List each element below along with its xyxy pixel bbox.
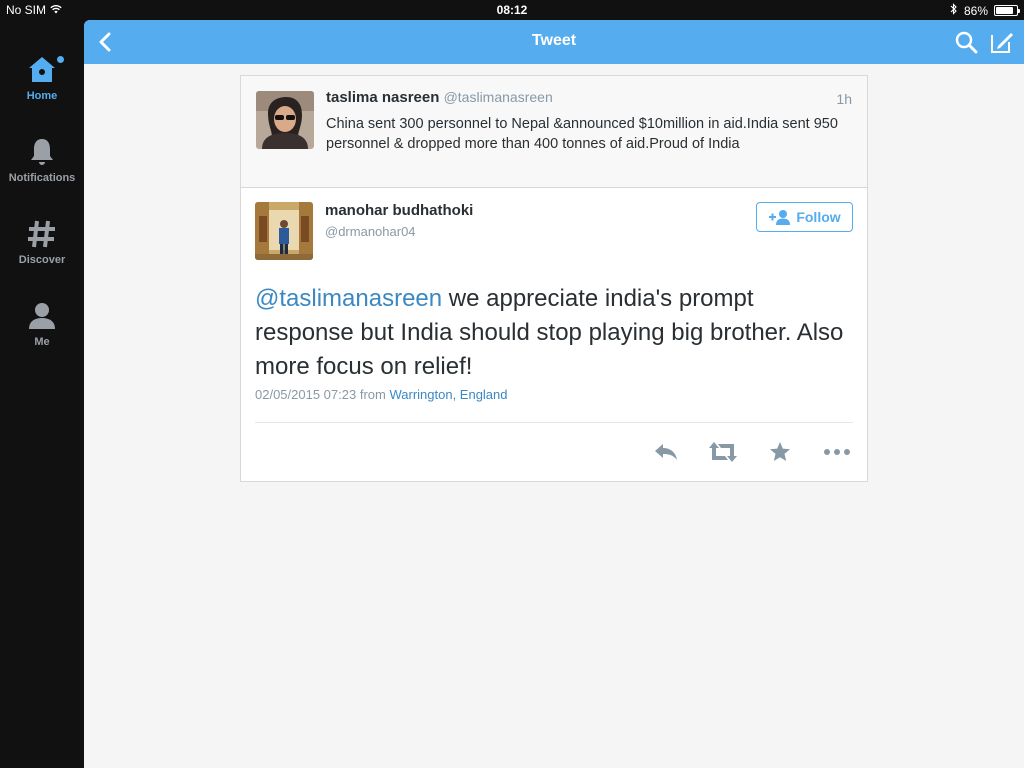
relative-timestamp: 1h	[836, 91, 852, 107]
tweet-meta: 02/05/2015 07:23 from Warrington, Englan…	[255, 387, 508, 402]
bluetooth-icon	[950, 3, 958, 18]
tweet-timestamp: 02/05/2015 07:23	[255, 387, 357, 402]
search-icon	[955, 31, 978, 54]
bell-icon	[26, 136, 58, 168]
sidebar-item-me[interactable]: Me	[0, 300, 84, 348]
star-icon	[770, 442, 790, 461]
sidebar-item-discover[interactable]: Discover	[0, 218, 84, 266]
search-button[interactable]	[954, 30, 978, 54]
sidebar-item-label: Me	[34, 336, 50, 348]
sidebar-item-notifications[interactable]: Notifications	[0, 136, 84, 184]
page-title: Tweet	[531, 32, 577, 49]
user-handle: @drmanohar04	[325, 224, 416, 239]
tweet-card: taslima nasreen @taslimanasreen 1h China…	[240, 75, 868, 482]
display-name[interactable]: manohar budhathoki	[325, 202, 473, 219]
location-link[interactable]: Warrington, England	[389, 387, 507, 402]
status-bar: No SIM 08:12 86%	[0, 0, 1024, 20]
main-tweet: manohar budhathoki @drmanohar04 Follow @…	[241, 188, 867, 481]
display-name[interactable]: taslima nasreen	[326, 89, 439, 106]
sidebar-item-label: Discover	[18, 254, 66, 266]
parent-tweet-text: China sent 300 personnel to Nepal &annou…	[326, 116, 838, 152]
status-right: 86%	[950, 3, 1020, 18]
divider	[255, 422, 853, 423]
top-bar: Tweet	[84, 20, 1024, 64]
home-icon	[26, 54, 64, 86]
retweet-icon	[709, 442, 737, 462]
reply-icon	[655, 444, 677, 460]
retweet-button[interactable]	[707, 438, 739, 466]
more-icon	[824, 449, 850, 455]
avatar[interactable]	[255, 202, 313, 260]
follow-button[interactable]: Follow	[756, 202, 853, 232]
mention-link[interactable]: @taslimanasreen	[255, 285, 442, 312]
sidebar-item-home[interactable]: Home	[0, 54, 84, 102]
add-user-icon	[769, 210, 791, 225]
user-handle: @taslimanasreen	[443, 89, 553, 105]
follow-label: Follow	[796, 209, 841, 225]
person-icon	[26, 300, 58, 332]
parent-tweet-header: taslima nasreen @taslimanasreen 1h	[326, 89, 852, 107]
avatar[interactable]	[256, 91, 314, 149]
battery-percent: 86%	[963, 3, 988, 18]
parent-tweet[interactable]: taslima nasreen @taslimanasreen 1h China…	[241, 76, 867, 188]
reply-button[interactable]	[650, 438, 682, 466]
more-button[interactable]	[821, 438, 853, 466]
battery-level	[996, 7, 1014, 14]
main-panel: Tweet taslima nasreen @taslimanasreen 1h…	[84, 20, 1024, 768]
compose-icon	[991, 33, 1013, 53]
tweet-actions	[650, 438, 853, 466]
hashtag-icon	[26, 218, 58, 250]
compose-button[interactable]	[990, 30, 1014, 54]
sidebar-item-label: Home	[26, 90, 58, 102]
status-time: 08:12	[496, 3, 528, 17]
from-label: from	[359, 387, 386, 402]
favorite-button[interactable]	[764, 438, 796, 466]
tweet-text: @taslimanasreen we appreciate india's pr…	[255, 282, 845, 384]
sidebar-item-label: Notifications	[8, 172, 76, 184]
battery-icon	[994, 5, 1020, 16]
unread-dot	[57, 56, 64, 63]
sidebar: Home Notifications Discover Me	[0, 20, 84, 768]
